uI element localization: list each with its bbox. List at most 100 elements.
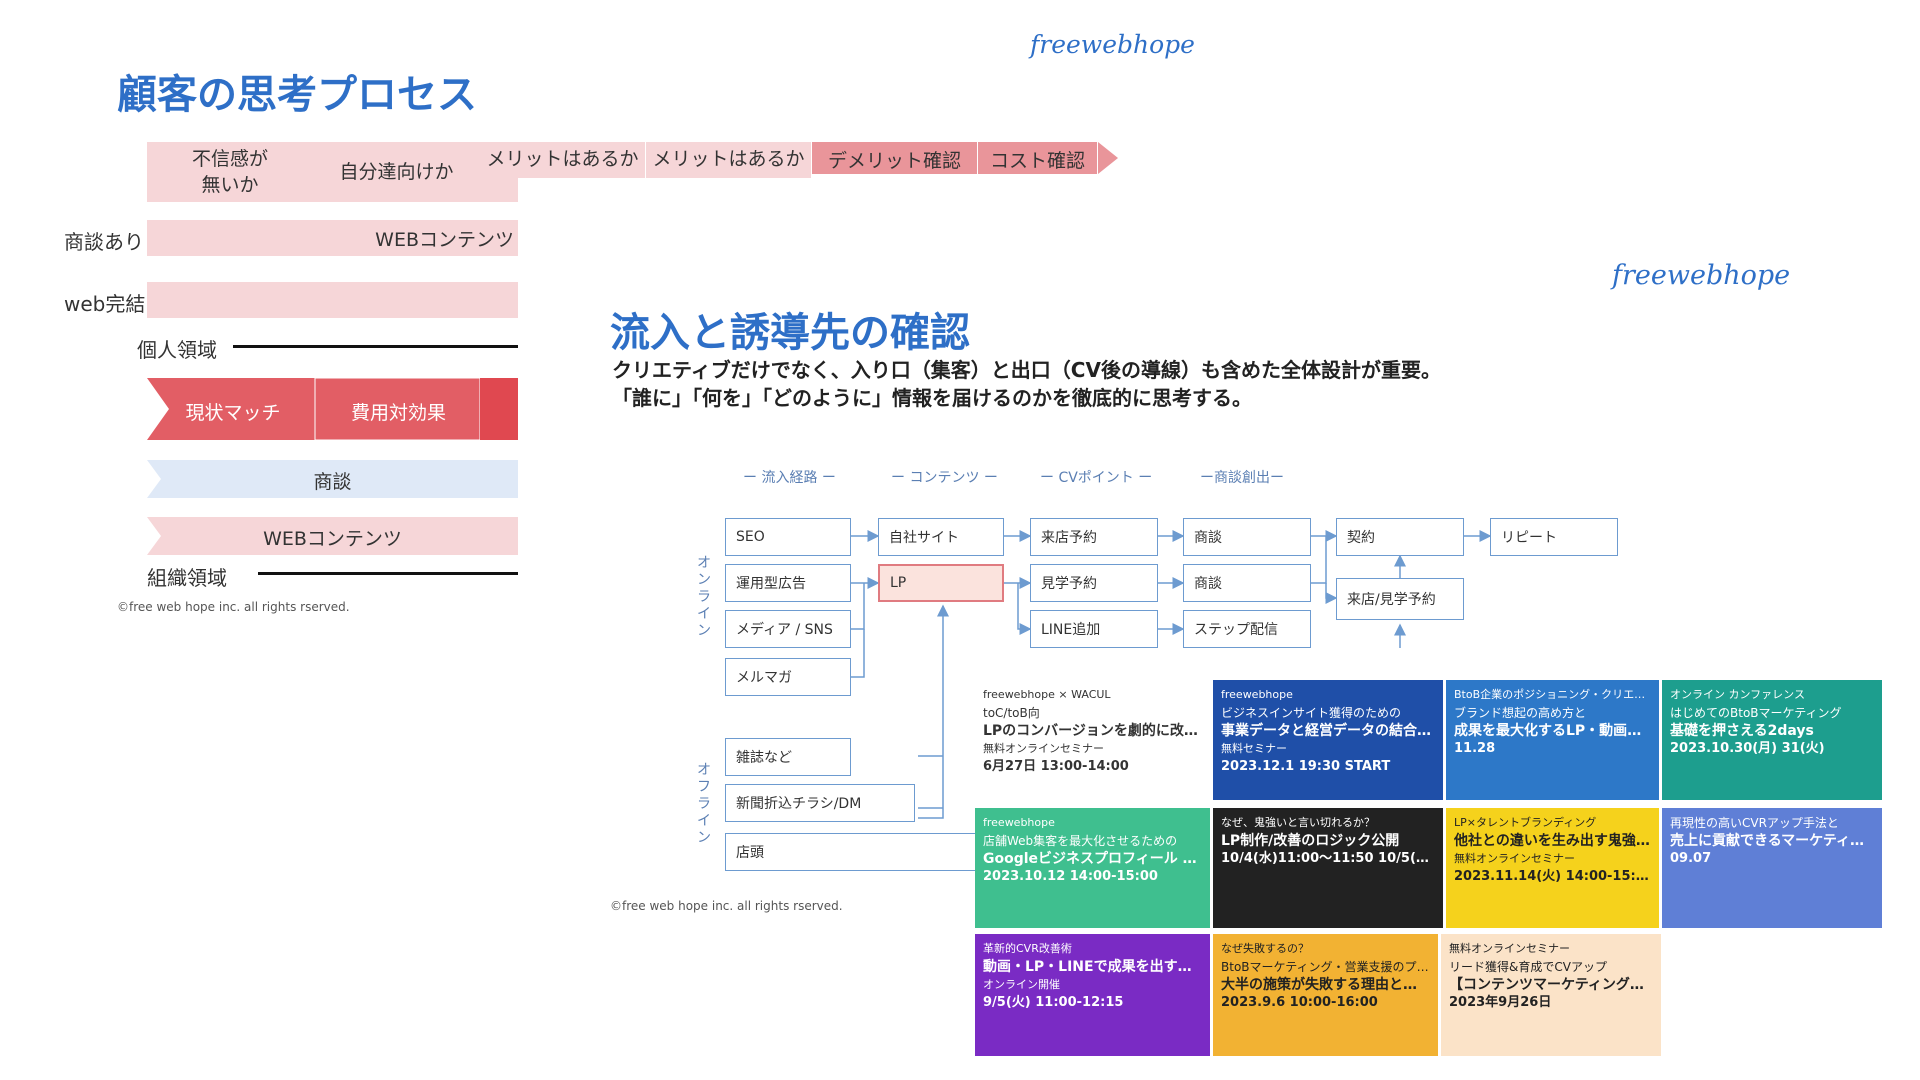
process-step-label: メリットはあるか (486, 148, 639, 170)
copyright: ©free web hope inc. all rights rserved. (117, 600, 350, 614)
seminar-banner[interactable]: freewebhope 店舗Web集客を最大化させるための Googleビジネスプロ… (975, 808, 1210, 928)
banner-title: 成果を最大化するLP・動画広告の作り方 (1454, 723, 1651, 739)
row-label-soshiki: 組織領域 (147, 566, 227, 590)
soshiki-divider (258, 572, 518, 575)
banner-subtitle: はじめてのBtoBマーケティング (1670, 706, 1842, 720)
seminar-banner[interactable]: なぜ、鬼強いと言い切れるか？ LP制作/改善のロジック公開 10/4(水)11:00… (1213, 808, 1443, 928)
process-arrow-tip (1098, 142, 1118, 174)
banner-date: 11.28 (1454, 741, 1496, 756)
banner-badge: 無料オンラインセミナー (1454, 852, 1575, 865)
banner-date: 2023.12.1 19:30 START (1221, 759, 1391, 774)
banner-subtitle: ビジネスインサイト獲得のための (1221, 706, 1402, 720)
banner-date: 09.07 (1670, 851, 1712, 866)
banner-title: Googleビジネスプロフィール ランディングページ活用術 (983, 851, 1202, 867)
banner-subtitle: BtoBマーケティング・営業支援のプロに聞く！ (1221, 960, 1430, 974)
banner-subtitle: リード獲得&育成でCVアップ (1449, 960, 1607, 974)
banner-tag: freewebhope (1221, 688, 1293, 701)
node-deal-1: 商談 (1183, 518, 1311, 556)
seminar-banner[interactable]: オンライン カンファレンスはじめてのBtoBマーケティング 基礎を押さえる2day… (1662, 680, 1882, 800)
copyright: ©free web hope inc. all rights rserved. (610, 899, 843, 913)
seminar-banner[interactable]: なぜ失敗するの？ BtoBマーケティング・営業支援のプロに聞く！ 大半の施策が失敗す… (1213, 934, 1438, 1056)
banner-subtitle: ブランド想起の高め方と (1454, 706, 1587, 720)
banner-date: 2023.10.12 14:00-15:00 (983, 869, 1158, 884)
banner-title: 動画・LP・LINEで成果を出す秘訣 (983, 959, 1202, 975)
process-step-2: 自分達向けか (313, 142, 481, 202)
banner-title: LP制作/改善のロジック公開 (1221, 833, 1400, 849)
process-step-1: 不信感が 無いか (147, 142, 314, 202)
banner-tag: なぜ、鬼強いと言い切れるか？ (1221, 816, 1375, 829)
seminar-banner[interactable]: BtoB企業のポジショニング・クリエイティブ戦略ブランド想起の高め方と成果を最大… (1446, 680, 1659, 800)
process-step-label: コスト確認 (989, 150, 1085, 172)
seminar-banner[interactable]: LP×タレントブランディング他社との違いを生み出す鬼強いLPの極意無料オンライン… (1446, 808, 1659, 928)
banner-title: LPのコンバージョンを劇的に改善するための制作ロジックを徹底解説 (983, 723, 1202, 739)
banner-tag: BtoB企業のポジショニング・クリエイティブ戦略 (1454, 688, 1651, 701)
process-step-label: 自分達向けか (339, 161, 454, 183)
offline-label: オフライン (697, 762, 711, 846)
online-label: オンライン (697, 555, 711, 639)
node-visit-reservation: 来店予約 (1030, 518, 1158, 556)
banner-subtitle: toC/toB向 (983, 706, 1040, 720)
node-ads: 運用型広告 (725, 564, 851, 602)
banner-title: 大半の施策が失敗する理由と解決事例 (1221, 977, 1430, 993)
banner-date: 9/5(火) 11:00-12:15 (983, 995, 1124, 1010)
banner-date: 2023年9月26日 (1449, 995, 1552, 1010)
seminar-banner[interactable]: 革新的CVR改善術動画・LP・LINEで成果を出す秘訣 オンライン開催 9/5(火)… (975, 934, 1210, 1056)
banner-subtitle: 店舗Web集客を最大化させるための (983, 834, 1178, 848)
node-repeat: リピート (1490, 518, 1618, 556)
node-seo: SEO (725, 518, 851, 556)
brand-logo: freewebhope (1030, 30, 1195, 59)
node-tour-reservation: 見学予約 (1030, 564, 1158, 602)
process-step-label: メリットはあるか (652, 148, 805, 170)
banner-title: 事業データと経営データの結合戦略 (1221, 723, 1435, 739)
seminar-banner[interactable]: 無料オンラインセミナー リード獲得&育成でCVアップ 【コンテンツマーケティング×L… (1441, 934, 1661, 1056)
node-deal-2: 商談 (1183, 564, 1311, 602)
banner-tag: freewebhope (983, 816, 1055, 829)
node-mail-magazine: メルマガ (725, 658, 851, 696)
shodan-blue-bar-label: 商談 (313, 471, 352, 493)
row-label-shodan-ari: 商談あり (64, 230, 144, 254)
banner-badge: 無料セミナー (1221, 742, 1287, 755)
seminar-banner[interactable]: freewebhope ビジネスインサイト獲得のための事業データと経営データの結合… (1213, 680, 1443, 800)
node-newspaper-dm: 新聞折込チラシ/DM (725, 784, 915, 822)
process-step-label: デメリット確認 (827, 150, 961, 172)
banner-title: 【コンテンツマーケティング×LP×メルマガ】徹底活用セミナー (1449, 977, 1653, 993)
banner-title: 基礎を押さえる2days (1670, 723, 1814, 739)
banner-title: 売上に貢献できるマーケティング組織のつくり方 (1670, 833, 1874, 849)
banner-badge: オンライン開催 (983, 978, 1060, 991)
banner-subtitle: 再現性の高いCVRアップ手法と (1670, 816, 1839, 830)
node-magazine: 雑誌など (725, 738, 851, 776)
banner-tag: オンライン カンファレンス (1670, 688, 1805, 701)
process-step-label: 不信感が 無いか (191, 148, 268, 196)
banner-tag: LP×タレントブランディング (1454, 816, 1597, 829)
node-lp: LP (878, 564, 1004, 602)
red-bar-label-2: 費用対効果 (350, 402, 446, 424)
banner-badge: 無料オンラインセミナー (983, 742, 1104, 755)
banner-date: 10/4(水)11:00〜11:50 10/5(木)14:00〜14:50 (1221, 851, 1435, 866)
row-label-web-kanketsu: web完結 (64, 292, 146, 316)
node-contract: 契約 (1336, 518, 1464, 556)
node-visit-tour-reservation: 来店/見学予約 (1336, 578, 1464, 620)
node-step-mail: ステップ配信 (1183, 610, 1311, 648)
web-contents-bar-label: WEBコンテンツ (375, 228, 514, 251)
node-store: 店頭 (725, 833, 985, 871)
node-own-site: 自社サイト (878, 518, 1004, 556)
banner-date: 6月27日 13:00-14:00 (983, 759, 1129, 774)
seminar-banner[interactable]: freewebhope × WACUL toC/toB向 LPのコンバージョンを劇的… (975, 680, 1210, 800)
kojin-divider (233, 345, 518, 348)
row-label-kojin: 個人領域 (137, 338, 217, 362)
banner-date: 2023.9.6 10:00-16:00 (1221, 995, 1378, 1010)
web-kanketsu-bar (147, 282, 518, 318)
seminar-banner[interactable]: 再現性の高いCVRアップ手法と売上に貢献できるマーケティング組織のつくり方 09.… (1662, 808, 1882, 928)
process-step-5: デメリット確認 (812, 142, 978, 174)
node-media-sns: メディア / SNS (725, 610, 851, 648)
node-line-add: LINE追加 (1030, 610, 1158, 648)
banner-tag: 革新的CVR改善術 (983, 942, 1072, 955)
banner-date: 2023.10.30(月) 31(火) (1670, 741, 1825, 756)
web-contents-bar-2-label: WEBコンテンツ (263, 528, 402, 550)
red-bar-label-1: 現状マッチ (185, 402, 281, 424)
banner-tag: なぜ失敗するの？ (1221, 942, 1309, 955)
slide-title: 顧客の思考プロセス (117, 72, 477, 118)
process-step-6: コスト確認 (978, 142, 1098, 174)
banner-date: 2023.11.14(火) 14:00-15:00 (1454, 869, 1651, 884)
web-contents-bar: WEBコンテンツ (147, 220, 518, 256)
